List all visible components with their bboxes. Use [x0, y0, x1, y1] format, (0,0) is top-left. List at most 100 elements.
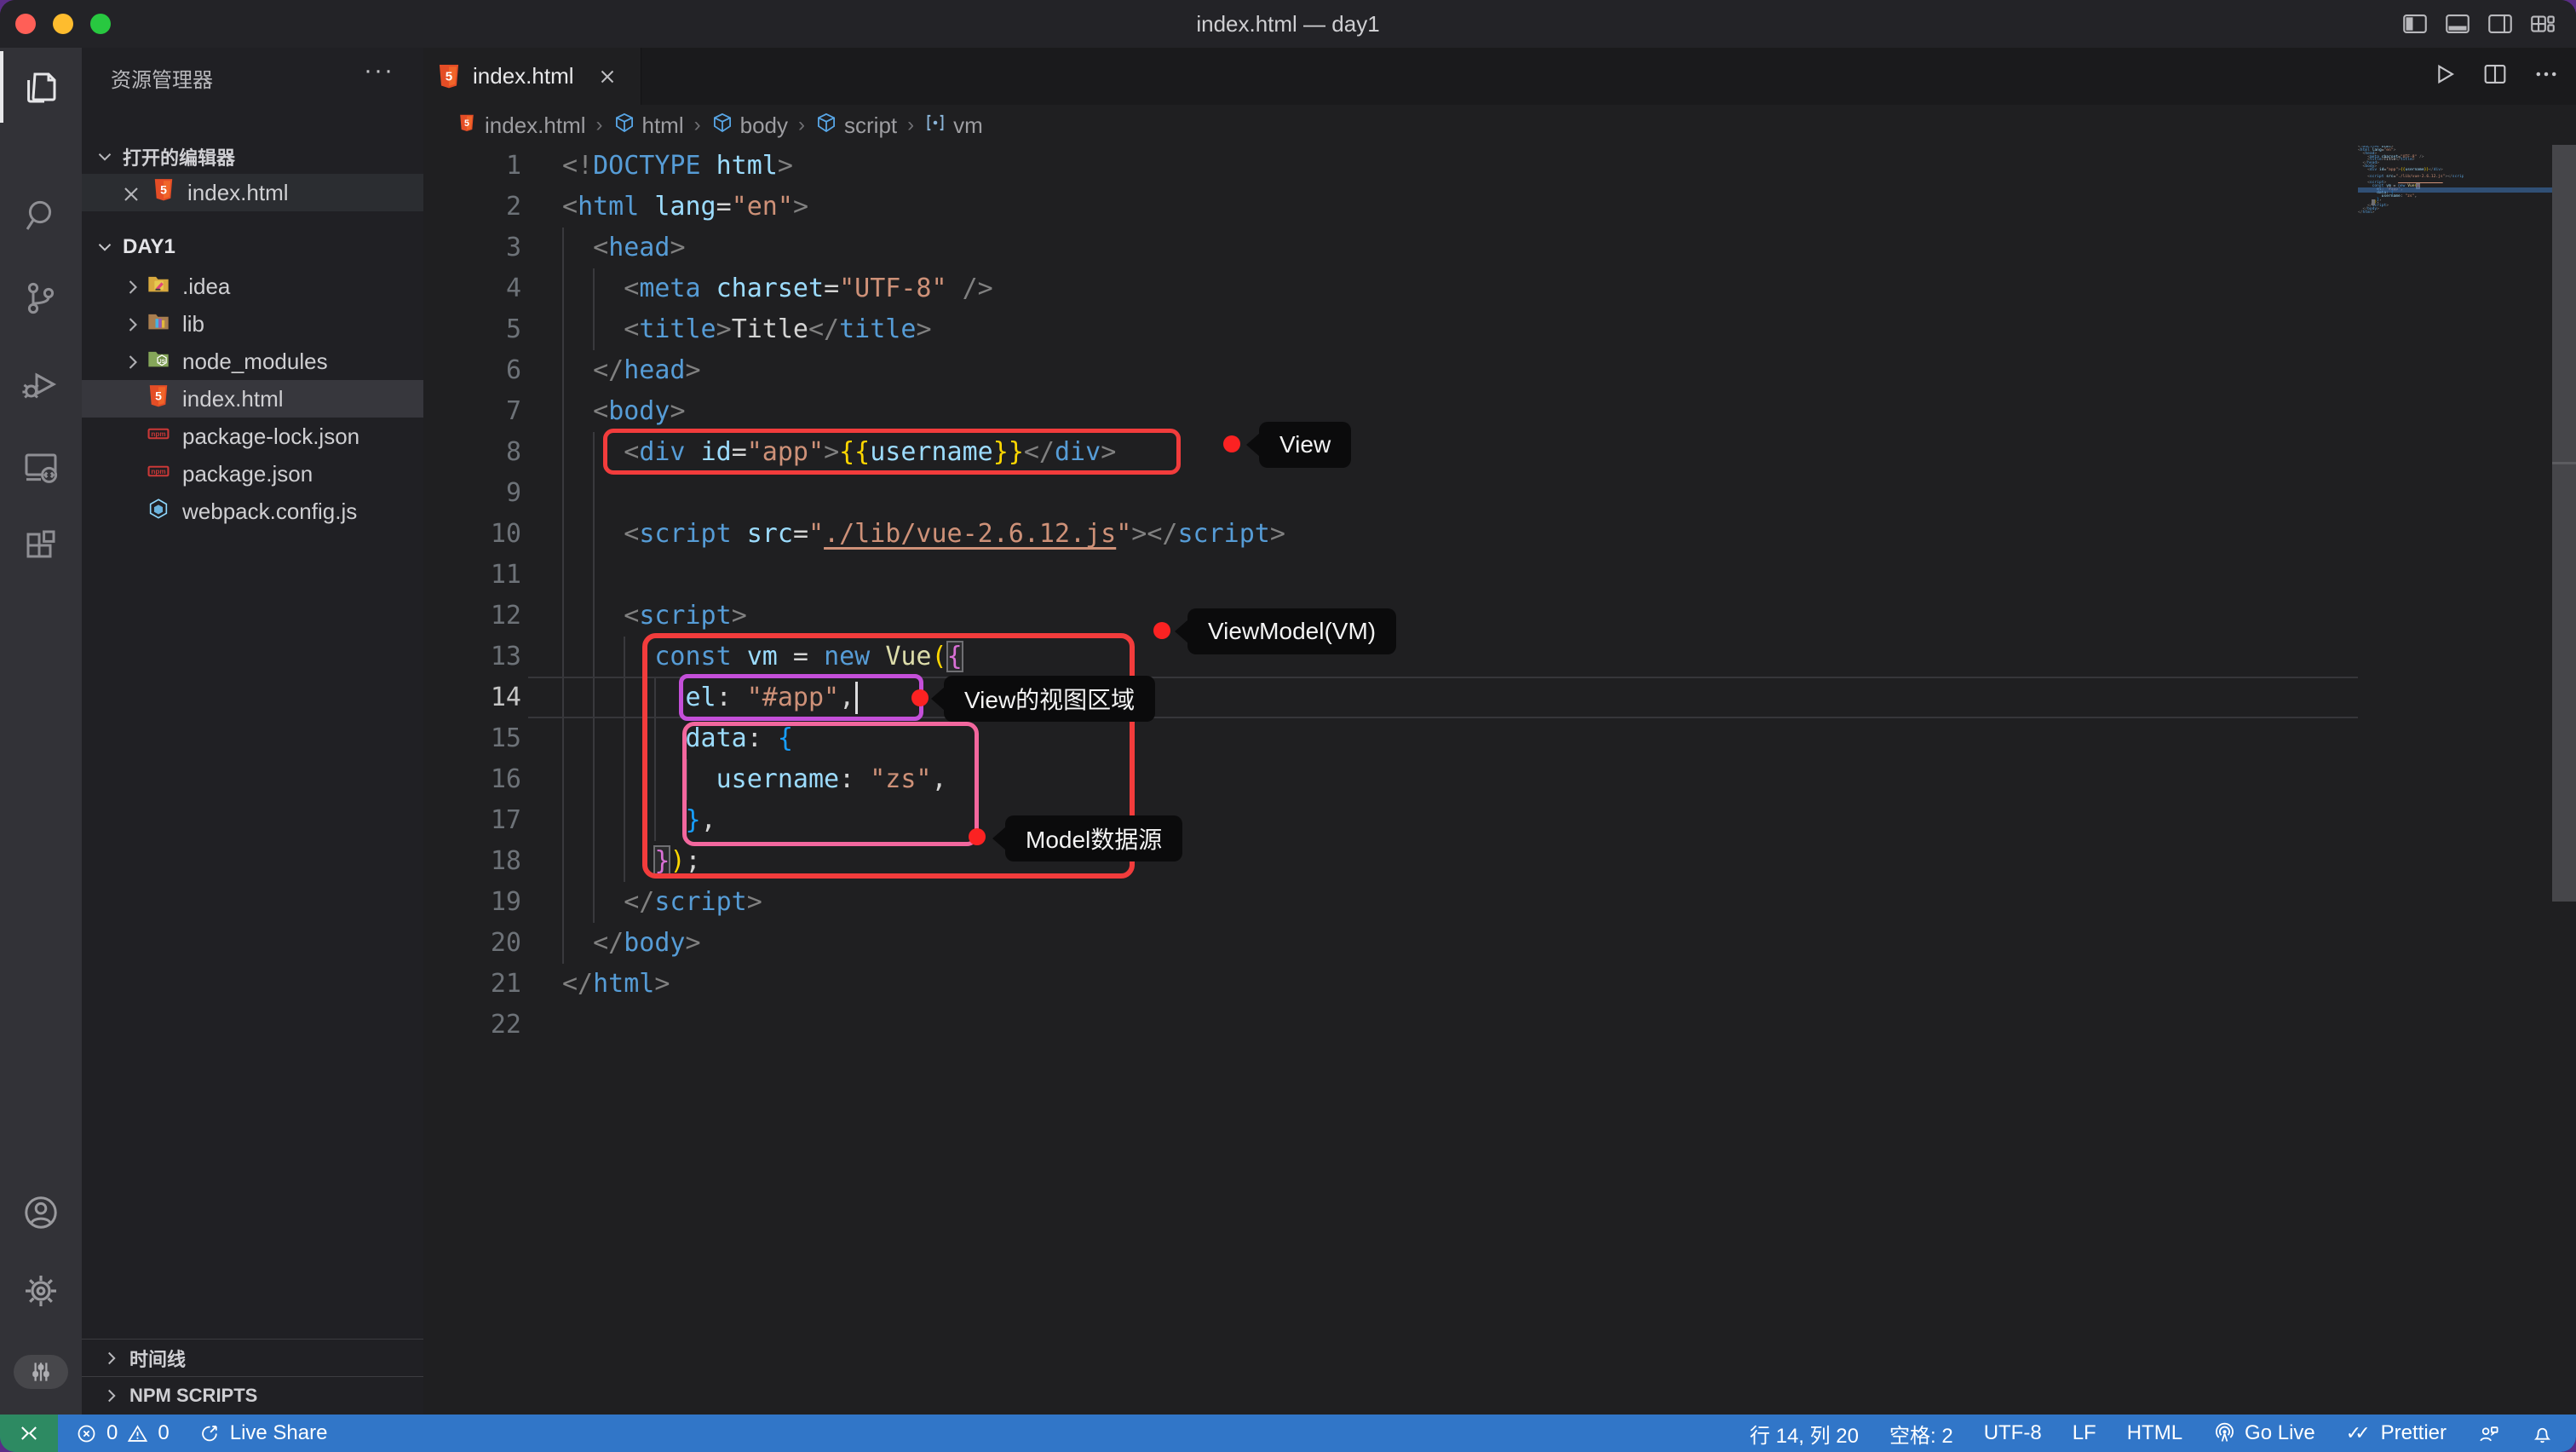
sidebar-title: 资源管理器: [111, 63, 213, 93]
tree-item-node_modules[interactable]: JSnode_modules: [82, 343, 423, 380]
code-line-5[interactable]: 5 <title>Title</title>: [423, 309, 2357, 350]
active-view-indicator: [0, 51, 3, 123]
line-col-indicator[interactable]: 行 14, 列 20: [1750, 1419, 1859, 1449]
breadcrumb-separator: ›: [596, 113, 603, 137]
editor-scrollbar-thumb[interactable]: [2552, 145, 2576, 902]
breadcrumb-item-vm[interactable]: vm: [924, 112, 983, 140]
tree-item-lib[interactable]: lib: [82, 305, 423, 343]
sidebar-more-actions-icon[interactable]: ···: [364, 56, 394, 85]
line-number: 20: [423, 923, 562, 964]
chevron-right-icon: [121, 275, 143, 297]
toggle-secondary-sidebar-icon[interactable]: [2486, 9, 2515, 43]
window-title: index.html — day1: [256, 0, 2320, 48]
toggle-panel-icon[interactable]: [2443, 9, 2472, 43]
code-line-1[interactable]: 1<!DOCTYPE html>: [423, 146, 2357, 187]
explorer-view-icon[interactable]: [0, 48, 82, 126]
more-actions-icon[interactable]: [2532, 60, 2561, 93]
html5-file-icon: 5: [457, 113, 475, 136]
open-editor-item-index.html[interactable]: 5index.html: [82, 174, 423, 211]
breadcrumb-item-script[interactable]: script: [815, 112, 897, 140]
code-line-2[interactable]: 2<html lang="en">: [423, 187, 2357, 228]
chevron-right-icon: [121, 313, 143, 335]
breadcrumb-separator: ›: [694, 113, 701, 137]
minimize-window-button[interactable]: [53, 14, 73, 34]
account-icon[interactable]: [0, 1173, 82, 1252]
code-line-21[interactable]: 21</html>: [423, 964, 2357, 1005]
file-icon: [147, 497, 170, 527]
line-number: 17: [423, 800, 562, 841]
close-editor-icon[interactable]: [119, 182, 140, 203]
code-line-10[interactable]: 10 <script src="./lib/vue-2.6.12.js"></s…: [423, 514, 2357, 555]
code-line-20[interactable]: 20 </body>: [423, 923, 2357, 964]
file-icon: npm: [147, 422, 170, 452]
language-mode-indicator[interactable]: HTML: [2127, 1421, 2182, 1445]
extensions-icon[interactable]: [0, 507, 82, 585]
breadcrumb-item-body[interactable]: body: [711, 112, 788, 140]
notifications-bell-icon[interactable]: [2531, 1422, 2554, 1445]
code-line-7[interactable]: 7 <body>: [423, 391, 2357, 432]
split-editor-icon[interactable]: [2481, 60, 2510, 93]
code-line-3[interactable]: 3 <head>: [423, 228, 2357, 268]
npm-scripts-section-header[interactable]: NPM SCRIPTS: [82, 1379, 442, 1413]
code-line-6[interactable]: 6 </head>: [423, 350, 2357, 391]
prettier-button[interactable]: ✓✓ Prettier: [2346, 1421, 2447, 1445]
svg-text:5: 5: [464, 118, 469, 128]
open-editor-label: index.html: [187, 180, 289, 206]
breadcrumb-item-html[interactable]: html: [613, 112, 684, 140]
tree-item-.idea[interactable]: .idea: [82, 268, 423, 305]
tab-index-html[interactable]: 5 index.html: [423, 48, 641, 105]
breadcrumb-label: index.html: [485, 112, 586, 139]
section-divider: [82, 1339, 423, 1340]
breadcrumb-item-index.html[interactable]: 5 index.html: [456, 112, 586, 140]
close-window-button[interactable]: [15, 14, 36, 34]
code-line-11[interactable]: 11: [423, 555, 2357, 596]
tree-item-label: index.html: [182, 386, 284, 412]
project-folder-header[interactable]: DAY1: [82, 230, 435, 264]
tree-item-label: package.json: [182, 461, 313, 487]
chevron-down-icon: [94, 146, 116, 168]
search-icon[interactable]: [0, 177, 82, 256]
minimap[interactable]: <!DOCTYPE html><html lang="en"> <head> <…: [2358, 146, 2464, 218]
customize-layout-icon[interactable]: [2528, 9, 2557, 43]
activity-bar: [0, 48, 82, 1415]
eol-indicator[interactable]: LF: [2073, 1421, 2096, 1445]
code-line-22[interactable]: 22: [423, 1005, 2357, 1046]
tree-item-label: webpack.config.js: [182, 498, 357, 525]
annotation-label-viewmodel: ViewModel(VM): [1187, 608, 1396, 654]
live-share-icon: [198, 1422, 221, 1445]
line-number: 7: [423, 391, 562, 432]
title-bar: index.html — day1: [0, 0, 2576, 48]
code-area[interactable]: 1<!DOCTYPE html>2<html lang="en">3 <head…: [423, 146, 2357, 1046]
problems-indicator[interactable]: 0 0: [75, 1421, 170, 1445]
svg-text:5: 5: [446, 69, 452, 84]
close-tab-icon[interactable]: [596, 66, 618, 88]
code-line-9[interactable]: 9: [423, 473, 2357, 514]
timeline-section-header[interactable]: 时间线: [82, 1341, 442, 1375]
feedback-icon[interactable]: [2477, 1422, 2500, 1445]
minimap-current-line-highlight: [2358, 187, 2552, 193]
warning-icon: [126, 1422, 149, 1445]
remote-indicator[interactable]: [0, 1415, 58, 1452]
svg-text:JS: JS: [158, 359, 166, 365]
run-file-icon[interactable]: [2429, 60, 2458, 93]
go-live-label: Go Live: [2245, 1421, 2315, 1445]
run-debug-icon[interactable]: [0, 345, 82, 424]
tune-icon[interactable]: [14, 1355, 68, 1389]
remote-explorer-icon[interactable]: [0, 429, 82, 507]
indentation-indicator[interactable]: 空格: 2: [1889, 1419, 1953, 1449]
toggle-primary-sidebar-icon[interactable]: [2401, 9, 2429, 43]
line-number: 12: [423, 596, 562, 637]
line-number: 5: [423, 309, 562, 350]
live-share-button[interactable]: Live Share: [198, 1421, 328, 1445]
open-editors-section-header[interactable]: 打开的编辑器: [82, 140, 435, 174]
annotation-label-model: Model数据源: [1005, 815, 1182, 861]
encoding-indicator[interactable]: UTF-8: [1984, 1421, 2042, 1445]
chevron-right-icon: [101, 1347, 123, 1369]
source-control-icon[interactable]: [0, 259, 82, 337]
code-line-19[interactable]: 19 </script>: [423, 882, 2357, 923]
code-line-4[interactable]: 4 <meta charset="UTF-8" />: [423, 268, 2357, 309]
project-folder-label: DAY1: [123, 235, 175, 259]
settings-gear-icon[interactable]: [0, 1252, 82, 1330]
zoom-window-button[interactable]: [90, 14, 111, 34]
go-live-button[interactable]: Go Live: [2213, 1421, 2315, 1445]
